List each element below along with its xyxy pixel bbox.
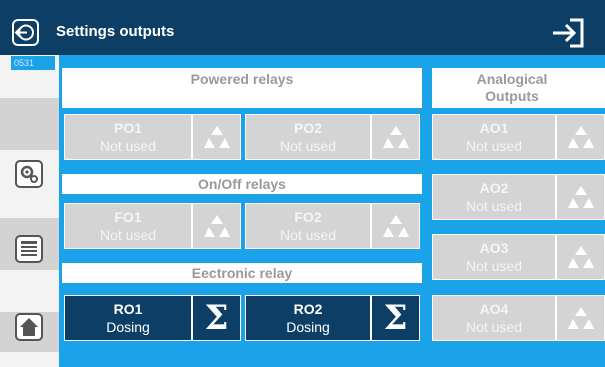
output-name: FO2: [294, 208, 322, 225]
recycle-icon: [382, 126, 409, 148]
onoff-relays-header: On/Off relays: [62, 174, 422, 194]
menu-list-icon: [21, 241, 37, 256]
output-status: Not used: [465, 197, 523, 214]
sidebar-divider: [0, 98, 59, 150]
output-tile-ao3[interactable]: AO3 Not used: [432, 234, 605, 280]
output-name: PO2: [293, 119, 322, 136]
output-name: RO2: [293, 300, 323, 317]
recycle-icon: [203, 215, 230, 237]
gear-settings-icon: [20, 165, 38, 183]
recycle-icon: [382, 215, 409, 237]
recycle-icon: [567, 246, 594, 268]
back-button[interactable]: [12, 19, 39, 46]
output-tile-fo2[interactable]: FO2 Not used: [245, 203, 420, 249]
home-icon: [20, 318, 38, 336]
output-tile-ao4[interactable]: AO4 Not used: [432, 295, 605, 341]
output-tile-ro1[interactable]: RO1 Dosing Σ: [64, 295, 241, 341]
output-tile-ao1[interactable]: AO1 Not used: [432, 114, 605, 160]
header-bar: Settings outputs: [0, 0, 605, 55]
output-name: RO1: [113, 300, 143, 317]
menu-nav-button[interactable]: [15, 235, 43, 263]
section-title-electronic: Eectronic relay: [191, 265, 293, 281]
sigma-icon: Σ: [383, 298, 408, 338]
section-title-powered: Powered relays: [190, 71, 294, 87]
recycle-icon: [567, 126, 594, 148]
output-name: PO1: [113, 119, 142, 136]
output-name: AO3: [479, 239, 509, 256]
output-tile-po1[interactable]: PO1 Not used: [64, 114, 241, 160]
electronic-relay-header: Eectronic relay: [62, 263, 422, 283]
home-nav-button[interactable]: [15, 313, 43, 341]
output-status: Dosing: [106, 318, 150, 335]
output-name: FO1: [114, 208, 142, 225]
output-status: Not used: [99, 137, 157, 154]
recycle-icon: [203, 126, 230, 148]
output-status: Not used: [465, 137, 523, 154]
output-name: AO2: [479, 179, 509, 196]
exit-icon: [553, 18, 584, 48]
output-tile-ao2[interactable]: AO2 Not used: [432, 174, 605, 220]
back-icon: [14, 24, 34, 41]
recycle-icon: [567, 307, 594, 329]
section-title-onoff: On/Off relays: [198, 176, 286, 192]
output-name: AO4: [479, 300, 509, 317]
output-name: AO1: [479, 119, 509, 136]
output-tile-po2[interactable]: PO2 Not used: [245, 114, 420, 160]
output-status: Not used: [465, 318, 523, 335]
page-title: Settings outputs: [56, 23, 175, 40]
output-status: Not used: [99, 226, 157, 243]
recycle-icon: [567, 186, 594, 208]
output-status: Not used: [279, 137, 337, 154]
output-status: Not used: [465, 257, 523, 274]
output-tile-fo1[interactable]: FO1 Not used: [64, 203, 241, 249]
device-code: 0531: [11, 56, 55, 70]
analog-outputs-header: Analogical Outputs: [432, 68, 605, 108]
output-status: Not used: [279, 226, 337, 243]
sigma-icon: Σ: [204, 298, 229, 338]
powered-relays-header: Powered relays: [62, 68, 422, 108]
output-status: Dosing: [286, 318, 330, 335]
exit-button[interactable]: [548, 15, 588, 51]
output-tile-ro2[interactable]: RO2 Dosing Σ: [245, 295, 420, 341]
settings-nav-button[interactable]: [15, 160, 43, 188]
section-title-analog: Analogical Outputs: [476, 71, 548, 104]
